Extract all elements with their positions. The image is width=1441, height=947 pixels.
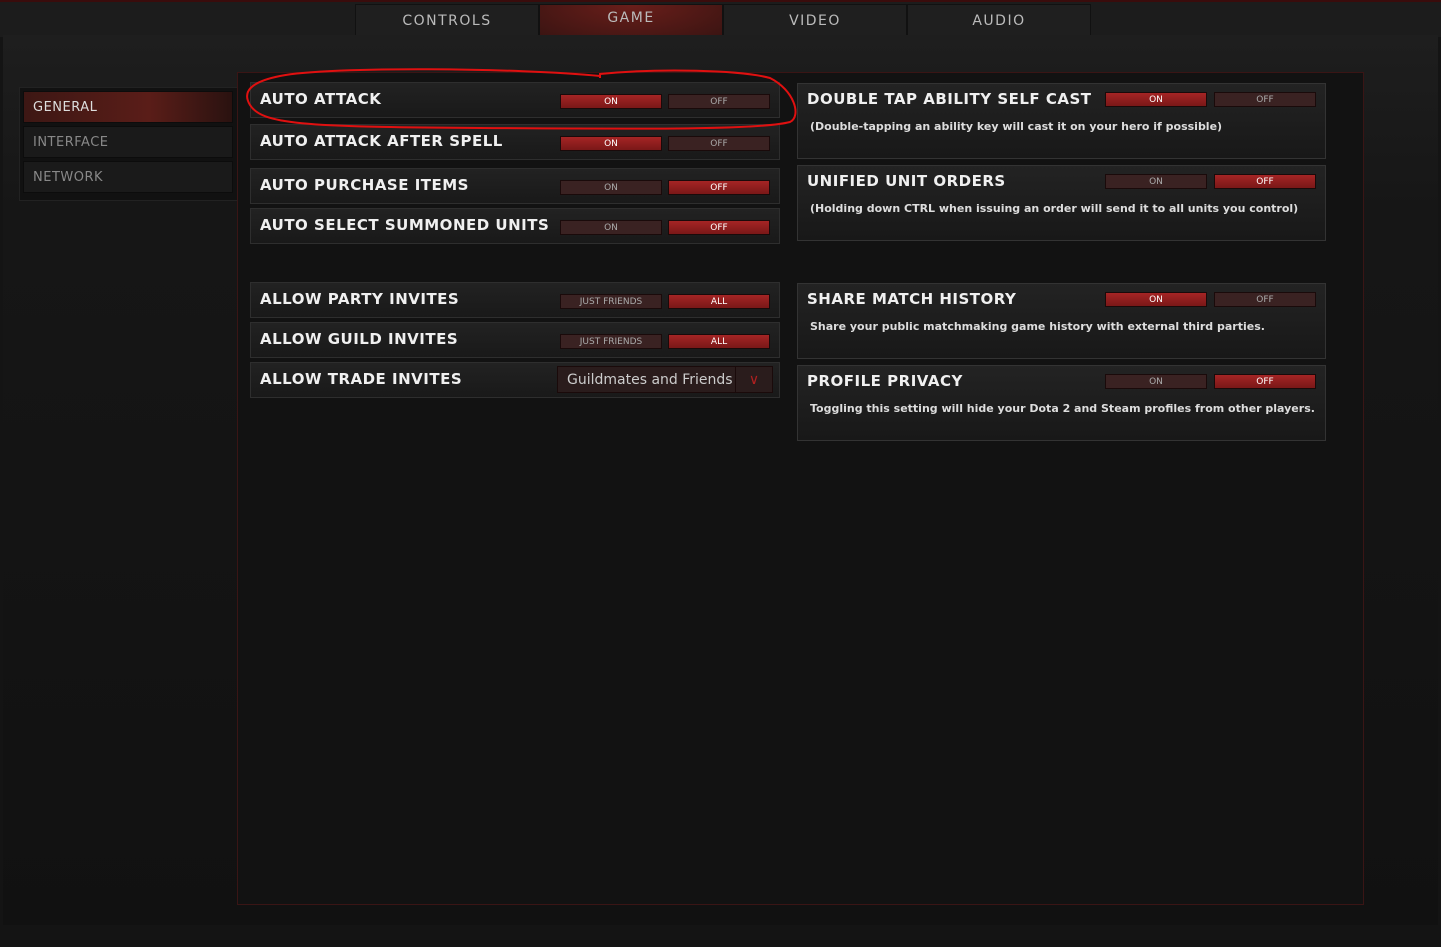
option-button-off[interactable]: OFF [1214,92,1316,107]
setting-label: AUTO SELECT SUMMONED UNITS [260,216,550,234]
option-button-off[interactable]: OFF [1214,174,1316,189]
option-button-on[interactable]: ON [560,94,662,109]
setting-row: AUTO ATTACK ON OFF [250,82,780,118]
option-button-just-friends[interactable]: JUST FRIENDS [560,294,662,309]
setting-label: ALLOW TRADE INVITES [260,370,463,388]
setting-row: ALLOW PARTY INVITES JUST FRIENDS ALL [250,282,780,318]
option-button-off[interactable]: OFF [1214,292,1316,307]
setting-description: (Double-tapping an ability key will cast… [810,120,1223,133]
option-button-on[interactable]: ON [560,136,662,151]
setting-label: PROFILE PRIVACY [807,372,963,390]
option-button-off[interactable]: OFF [668,180,770,195]
dropdown-value: Guildmates and Friends [567,372,733,388]
setting-row: AUTO SELECT SUMMONED UNITS ON OFF [250,208,780,244]
setting-card: DOUBLE TAP ABILITY SELF CAST (Double-tapp… [797,83,1326,159]
setting-row: AUTO ATTACK AFTER SPELL ON OFF [250,124,780,160]
setting-row: ALLOW GUILD INVITES JUST FRIENDS ALL [250,322,780,358]
setting-card: UNIFIED UNIT ORDERS (Holding down CTRL wh… [797,165,1326,241]
option-button-on[interactable]: ON [1105,92,1207,107]
setting-description: (Holding down CTRL when issuing an order… [810,202,1299,215]
tab-video[interactable]: VIDEO [723,4,907,38]
setting-label: ALLOW GUILD INVITES [260,330,459,348]
option-button-on[interactable]: ON [560,220,662,235]
option-button-on[interactable]: ON [1105,292,1207,307]
setting-label: SHARE MATCH HISTORY [807,290,1017,308]
setting-label: UNIFIED UNIT ORDERS [807,172,1006,190]
setting-description: Share your public matchmaking game histo… [810,320,1265,333]
setting-row-trade-invites: ALLOW TRADE INVITES Guildmates and Frien… [250,362,780,398]
setting-label: AUTO ATTACK AFTER SPELL [260,132,503,150]
tab-game[interactable]: GAME [539,4,723,38]
option-button-all[interactable]: ALL [668,294,770,309]
setting-row: AUTO PURCHASE ITEMS ON OFF [250,168,780,204]
option-button-on[interactable]: ON [1105,174,1207,189]
setting-card: PROFILE PRIVACY Toggling this setting wil… [797,365,1326,441]
option-button-on[interactable]: ON [560,180,662,195]
option-button-off[interactable]: OFF [668,136,770,151]
option-button-all[interactable]: ALL [668,334,770,349]
chevron-down-icon[interactable]: ∨ [735,367,772,392]
option-button-on[interactable]: ON [1105,374,1207,389]
option-button-just-friends[interactable]: JUST FRIENDS [560,334,662,349]
sidebar-item-general[interactable]: GENERAL [23,91,233,123]
tab-audio[interactable]: AUDIO [907,4,1091,38]
setting-label: ALLOW PARTY INVITES [260,290,460,308]
option-button-off[interactable]: OFF [668,94,770,109]
top-tab-bar: CONTROLS GAME VIDEO AUDIO [0,0,1441,38]
sidebar-item-interface[interactable]: INTERFACE [23,126,233,158]
option-button-off[interactable]: OFF [1214,374,1316,389]
setting-description: Toggling this setting will hide your Dot… [810,402,1315,415]
sidebar-item-network[interactable]: NETWORK [23,161,233,193]
setting-card: SHARE MATCH HISTORY Share your public mat… [797,283,1326,359]
sidebar: GENERAL INTERFACE NETWORK [19,87,238,201]
setting-label: DOUBLE TAP ABILITY SELF CAST [807,90,1092,108]
setting-label: AUTO PURCHASE ITEMS [260,176,469,194]
trade-invites-dropdown[interactable]: Guildmates and Friends ∨ [557,366,773,393]
tab-controls[interactable]: CONTROLS [355,4,539,38]
option-button-off[interactable]: OFF [668,220,770,235]
setting-label: AUTO ATTACK [260,90,382,108]
